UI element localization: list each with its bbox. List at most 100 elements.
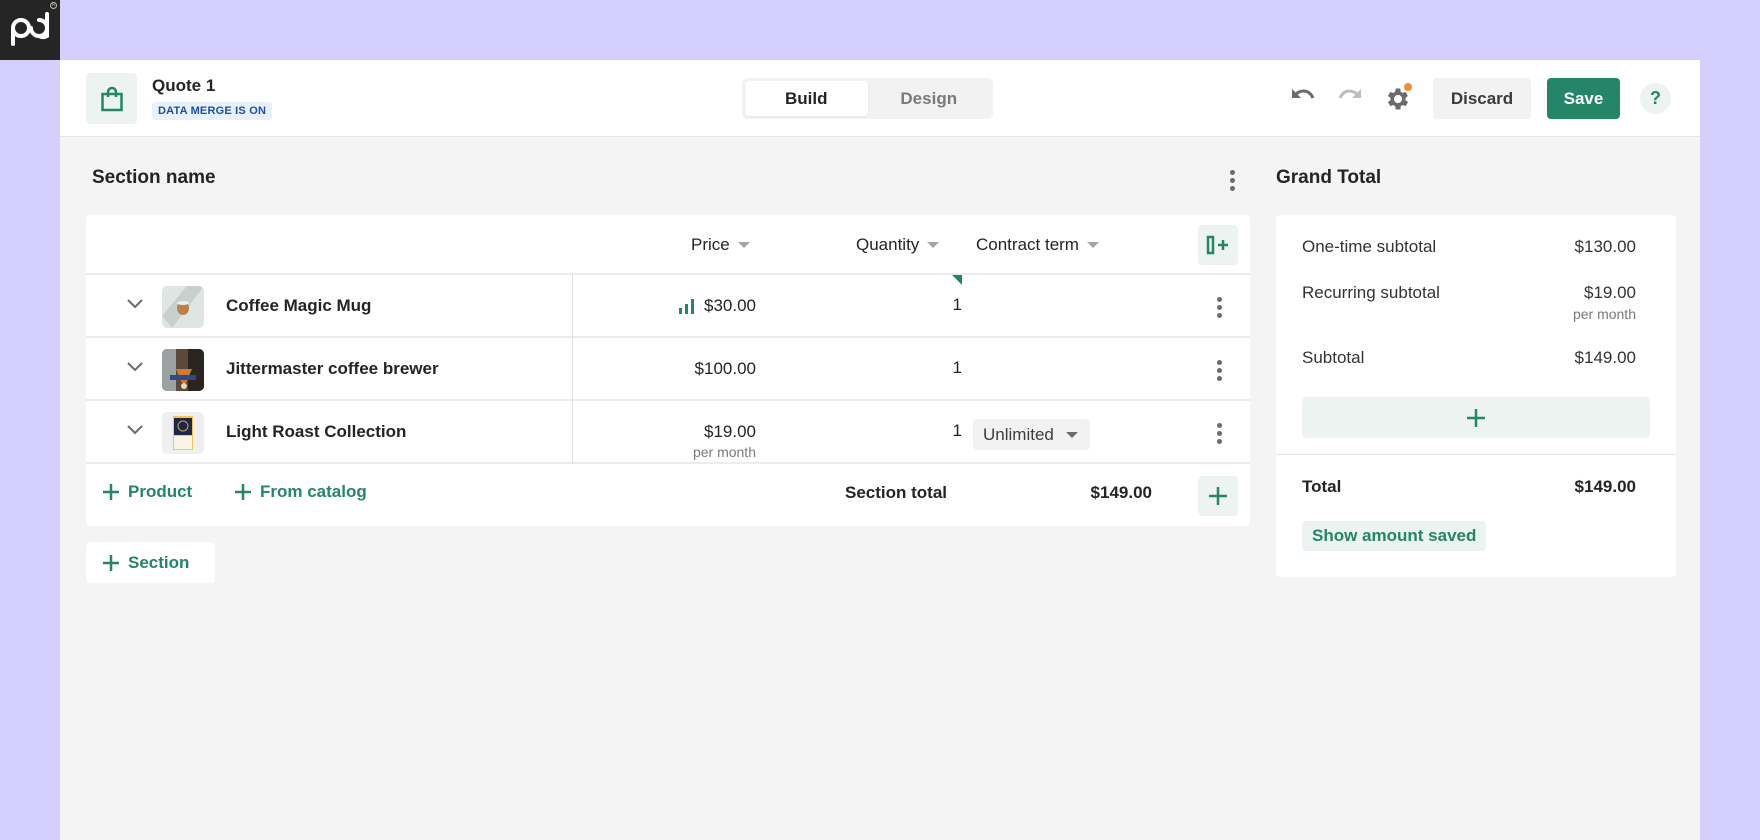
recurring-subtotal-row: Recurring subtotal $19.00 per month: [1302, 283, 1636, 322]
section-total-label: Section total: [845, 483, 948, 502]
product-name[interactable]: Jittermaster coffee brewer: [226, 359, 439, 379]
kebab-icon: [1216, 359, 1222, 365]
column-header-contract-term[interactable]: Contract term: [976, 235, 1099, 255]
contract-term-select[interactable]: Unlimited: [973, 419, 1090, 450]
recurring-period: per month: [1572, 306, 1636, 322]
column-header-quantity[interactable]: Quantity: [856, 235, 940, 255]
discard-button[interactable]: Discard: [1433, 78, 1531, 119]
chevron-down-icon[interactable]: [126, 423, 144, 435]
product-name[interactable]: Light Roast Collection: [226, 422, 406, 442]
product-quantity[interactable]: 1: [946, 358, 962, 378]
plus-icon: [1467, 408, 1485, 427]
tiered-pricing-icon: [679, 299, 694, 314]
add-row-button[interactable]: [1198, 476, 1238, 516]
save-button[interactable]: Save: [1547, 78, 1620, 119]
data-merge-badge: DATA MERGE IS ON: [152, 102, 273, 120]
tab-build[interactable]: Build: [745, 81, 868, 116]
plus-icon: [235, 484, 251, 500]
total-row: Total $149.00: [1302, 477, 1636, 497]
kebab-icon: [1216, 422, 1222, 428]
shopping-bag-icon: [100, 86, 123, 111]
product-price[interactable]: $100.00: [695, 359, 756, 379]
product-name[interactable]: Coffee Magic Mug: [226, 296, 371, 316]
table-footer: Product From catalog Section total $149.…: [86, 464, 1250, 525]
grand-total-title: Grand Total: [1276, 167, 1382, 188]
doc-title[interactable]: Quote 1: [152, 76, 215, 96]
add-discount-tax-button[interactable]: [1302, 397, 1650, 438]
add-section-button[interactable]: Section: [86, 542, 215, 583]
product-thumbnail: [162, 349, 204, 391]
tab-design[interactable]: Design: [868, 81, 991, 116]
help-button[interactable]: ?: [1640, 83, 1671, 114]
doc-type-button[interactable]: [86, 73, 137, 124]
show-amount-saved-button[interactable]: Show amount saved: [1302, 521, 1487, 551]
row-menu-button[interactable]: [1212, 419, 1226, 447]
caret-down-icon: [927, 242, 940, 248]
one-time-subtotal-label: One-time subtotal: [1302, 237, 1437, 256]
kebab-dot: [1216, 438, 1222, 444]
product-quantity[interactable]: 1: [946, 295, 962, 315]
kebab-dot: [1229, 185, 1235, 191]
subtotal-label: Subtotal: [1302, 348, 1365, 367]
column-divider: [572, 338, 573, 401]
price-period: per month: [692, 444, 756, 460]
redo-icon[interactable]: [1337, 86, 1363, 108]
row-menu-button[interactable]: [1212, 293, 1226, 321]
total-label: Total: [1302, 477, 1342, 496]
column-divider: [572, 401, 573, 464]
section-menu-button[interactable]: [1222, 166, 1242, 194]
plus-icon: [103, 554, 119, 571]
caret-down-icon: [1065, 431, 1078, 438]
mode-switcher: Build Design: [742, 78, 993, 119]
product-thumbnail: [162, 286, 204, 328]
product-thumbnail: [162, 412, 204, 454]
grand-total-card: One-time subtotal $130.00 Recurring subt…: [1276, 215, 1676, 577]
add-from-catalog-button[interactable]: From catalog: [234, 482, 367, 502]
notification-dot: [1403, 82, 1413, 92]
product-price[interactable]: $30.00: [678, 296, 756, 316]
add-product-label: Product: [128, 482, 193, 501]
total-value: $149.00: [1574, 477, 1636, 496]
recurring-subtotal-label: Recurring subtotal: [1302, 283, 1440, 302]
pricing-table: Price Quantity Contract term Coffee Magi…: [86, 215, 1250, 526]
chevron-down-icon[interactable]: [126, 360, 144, 372]
app-window: Quote 1 DATA MERGE IS ON Build Design Di…: [60, 60, 1700, 840]
chevron-down-icon[interactable]: [126, 297, 144, 309]
undo-icon[interactable]: [1290, 86, 1316, 108]
subtotal-row: Subtotal $149.00: [1302, 348, 1636, 368]
registered-mark: R: [50, 2, 57, 9]
column-label: Contract term: [976, 235, 1079, 254]
logo-mark-icon: [11, 12, 49, 46]
kebab-dot: [1216, 375, 1222, 381]
one-time-subtotal-row: One-time subtotal $130.00: [1302, 237, 1636, 257]
kebab-dot: [1216, 367, 1222, 373]
caret-down-icon: [1086, 242, 1099, 248]
add-catalog-label: From catalog: [260, 482, 367, 501]
table-row: Coffee Magic Mug $30.00 1: [86, 275, 1250, 338]
formula-indicator-icon: [952, 275, 962, 285]
contract-term-value: Unlimited: [983, 424, 1054, 444]
divider: [1276, 454, 1676, 455]
kebab-icon: [1229, 169, 1235, 175]
settings-button[interactable]: [1382, 82, 1414, 114]
plus-icon: [1209, 487, 1227, 505]
column-header-price[interactable]: Price: [691, 235, 750, 255]
recurring-subtotal-value: $19.00: [1584, 283, 1636, 302]
add-column-button[interactable]: [1198, 225, 1238, 265]
caret-down-icon: [737, 242, 750, 248]
add-section-label: Section: [128, 552, 190, 572]
product-quantity[interactable]: 1: [946, 421, 962, 441]
kebab-icon: [1216, 296, 1222, 302]
product-price[interactable]: $19.00: [704, 422, 756, 442]
column-divider: [572, 275, 573, 338]
kebab-dot: [1216, 304, 1222, 310]
plus-icon: [103, 484, 119, 500]
row-menu-button[interactable]: [1212, 356, 1226, 384]
table-row: Light Roast Collection $19.00 per month …: [86, 401, 1250, 464]
kebab-dot: [1216, 312, 1222, 318]
column-label: Price: [691, 235, 730, 254]
add-product-button[interactable]: Product: [102, 482, 192, 502]
one-time-subtotal-value: $130.00: [1574, 237, 1636, 256]
section-title[interactable]: Section name: [92, 167, 216, 189]
top-bar: Quote 1 DATA MERGE IS ON Build Design Di…: [60, 60, 1700, 137]
